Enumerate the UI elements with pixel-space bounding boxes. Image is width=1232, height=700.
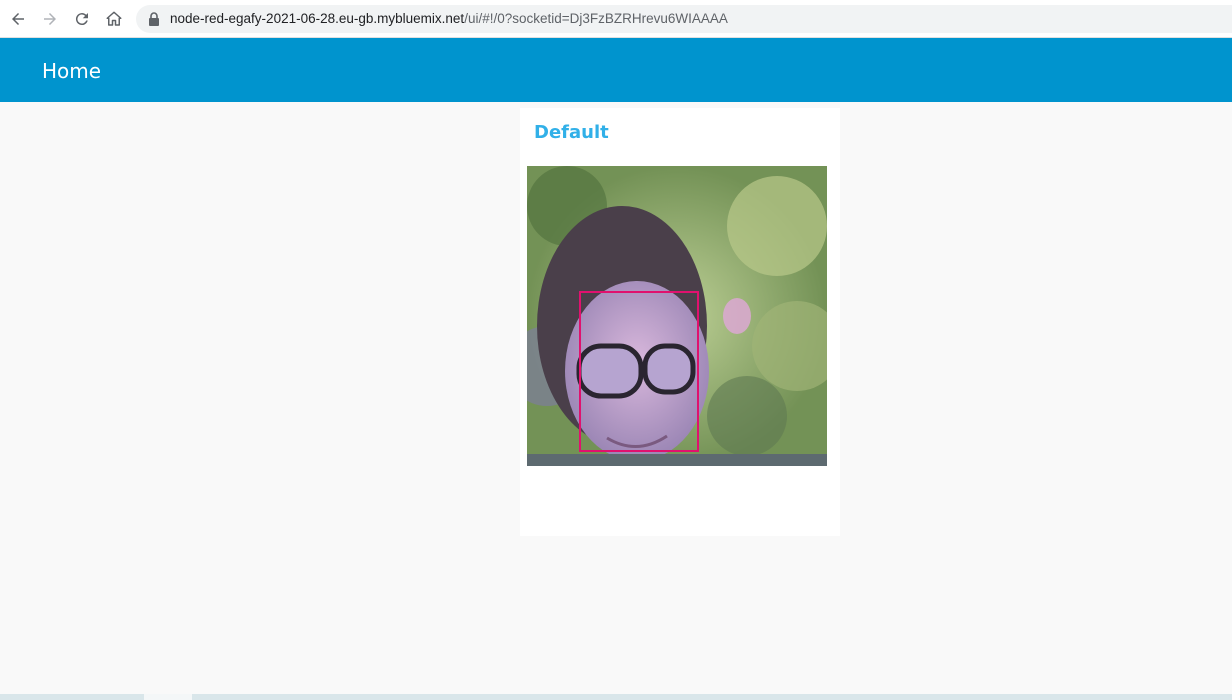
face-detection-box (579, 291, 699, 452)
back-arrow-icon[interactable] (5, 6, 31, 32)
lock-icon (149, 12, 159, 26)
scrollbar-thumb[interactable] (144, 694, 192, 700)
dashboard-header: Home (0, 38, 1232, 102)
reload-icon[interactable] (69, 6, 95, 32)
url-host: node-red-egafy-2021-06-28.eu-gb.mybluemi… (170, 11, 465, 26)
forward-arrow-icon[interactable] (37, 6, 63, 32)
url-text: node-red-egafy-2021-06-28.eu-gb.mybluemi… (170, 11, 728, 26)
url-path: /ui/#!/0?socketid=Dj3FzBZRHrevu6WIAAAA (464, 11, 728, 26)
home-icon[interactable] (101, 6, 127, 32)
dashboard-group-card: Default (520, 108, 840, 536)
webcam-photo (527, 166, 827, 466)
browser-toolbar: node-red-egafy-2021-06-28.eu-gb.mybluemi… (0, 0, 1232, 38)
group-title: Default (534, 122, 609, 143)
page-title: Home (42, 59, 102, 83)
horizontal-scrollbar[interactable] (0, 694, 1232, 700)
address-bar[interactable]: node-red-egafy-2021-06-28.eu-gb.mybluemi… (136, 5, 1232, 33)
